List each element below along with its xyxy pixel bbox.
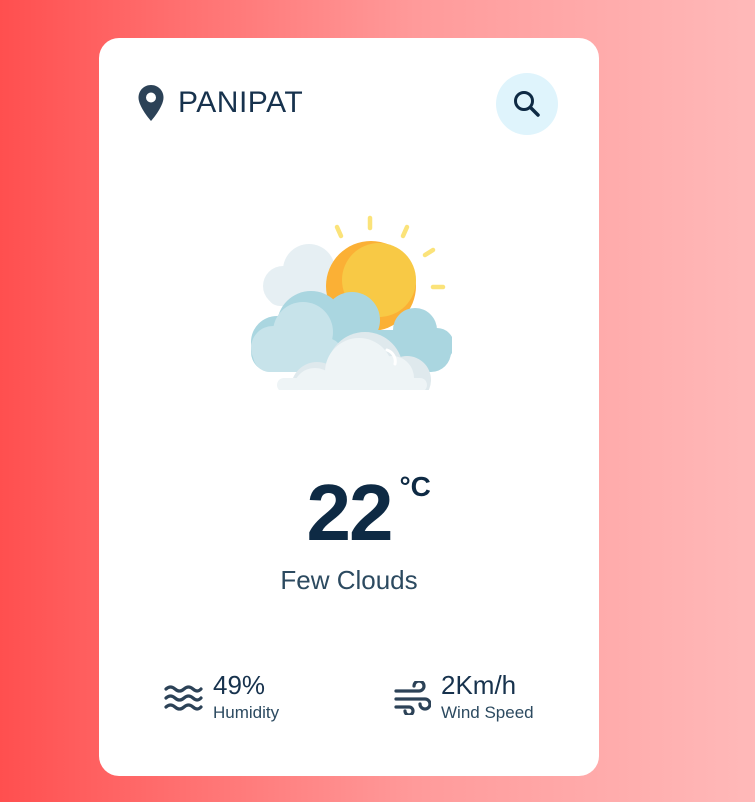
location-header: PANIPAT xyxy=(137,84,303,122)
humidity-value: 49% xyxy=(213,670,266,700)
weather-card: PANIPAT 22 °C Few Clouds 49% Humidity 2K… xyxy=(99,38,599,776)
temperature-number: 22 xyxy=(306,468,394,557)
wind-speed-label: Wind Speed xyxy=(441,703,534,722)
temperature-unit: °C xyxy=(399,471,431,502)
humidity-stat: 49% Humidity xyxy=(163,672,279,723)
temperature-value: 22 °C xyxy=(307,473,431,553)
weather-description: Few Clouds xyxy=(280,565,418,595)
search-button[interactable] xyxy=(496,73,558,135)
temperature-display: 22 °C xyxy=(99,473,599,553)
humidity-label: Humidity xyxy=(213,703,280,722)
map-pin-icon xyxy=(138,85,164,121)
wind-speed-value: 2Km/h xyxy=(441,670,517,700)
city-name: PANIPAT xyxy=(178,86,304,119)
humidity-waves-icon xyxy=(164,684,203,711)
wind-icon xyxy=(394,680,431,715)
partly-cloudy-sun-icon xyxy=(251,215,452,390)
wind-stat: 2Km/h Wind Speed xyxy=(393,672,534,723)
search-icon xyxy=(514,91,540,117)
